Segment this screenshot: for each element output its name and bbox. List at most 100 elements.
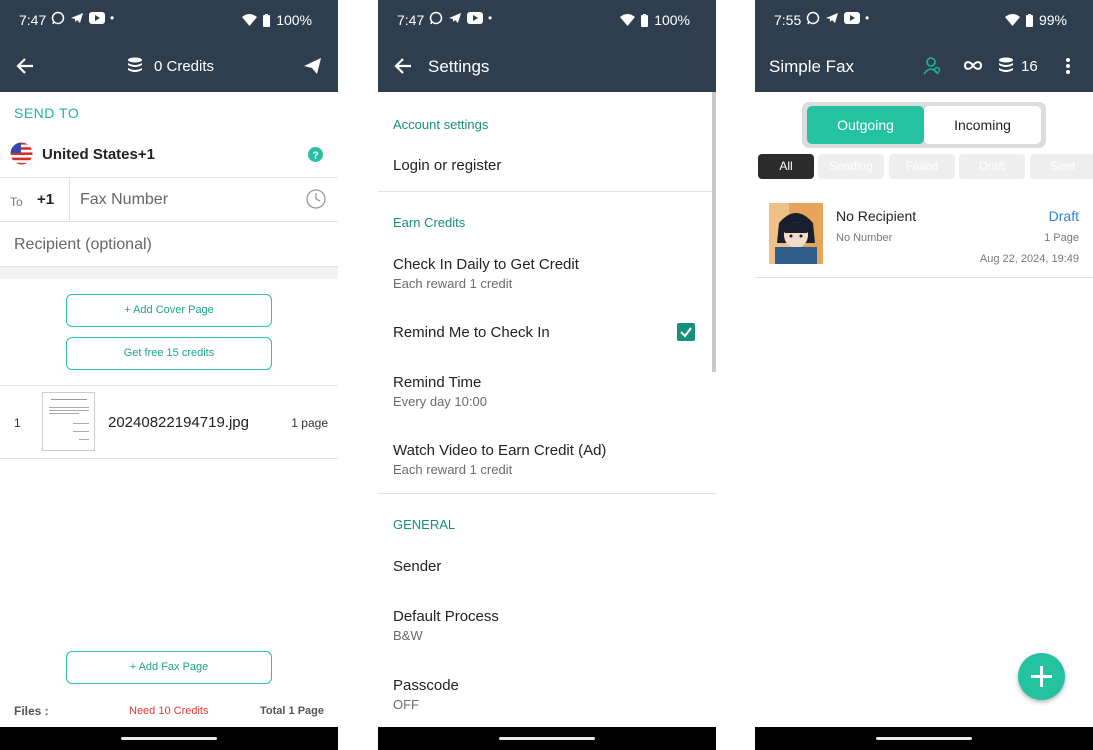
get-free-credits-button[interactable]: Get free 15 credits [66, 337, 272, 370]
battery-icon [1025, 13, 1033, 27]
fax-status-badge: Draft [1048, 208, 1079, 224]
telegram-icon [71, 13, 83, 23]
telegram-icon [449, 13, 461, 23]
app-bar: Simple Fax 16 [755, 40, 1093, 92]
plus-icon [1031, 666, 1052, 687]
status-bar: 7:47 • 100% [0, 0, 338, 40]
divider-vertical [69, 178, 70, 221]
recipient-input[interactable]: Recipient (optional) [14, 236, 152, 254]
app-title: Simple Fax [769, 57, 855, 76]
tab-outgoing[interactable]: Outgoing [807, 106, 924, 144]
page-title: Settings [428, 57, 490, 76]
dot-icon: • [110, 11, 115, 25]
watch-video-subtitle: Each reward 1 credit [393, 462, 513, 477]
country-selector[interactable]: United States+1 ? [0, 134, 338, 177]
files-label: Files : [14, 704, 49, 718]
watch-video-item[interactable]: Watch Video to Earn Credit (Ad) [393, 442, 606, 459]
status-bar: 7:47 • 100% [378, 0, 716, 40]
file-row[interactable]: 1 20240822194719.jpg 1 page [0, 386, 338, 458]
settings-screen: 7:47 • 100% Settings Account settings Lo… [378, 0, 716, 750]
earn-credits-header: Earn Credits [393, 215, 466, 230]
file-index: 1 [14, 416, 21, 430]
home-pill[interactable] [499, 737, 595, 740]
remind-time-subtitle: Every day 10:00 [393, 394, 487, 409]
battery-level: 100% [654, 12, 690, 28]
fax-number-input[interactable]: Fax Number [80, 191, 168, 209]
history-clock-icon[interactable] [306, 189, 326, 209]
filter-sent[interactable]: Sent [1030, 154, 1093, 179]
fax-pages: 1 Page [1044, 232, 1079, 244]
filter-draft[interactable]: Draft [959, 154, 1025, 179]
wifi-icon [620, 14, 636, 26]
filter-all[interactable]: All [758, 154, 814, 179]
fax-thumbnail [769, 203, 823, 264]
battery-level: 100% [276, 12, 312, 28]
battery-icon [263, 13, 271, 27]
total-pages-text: Total 1 Page [260, 705, 324, 717]
filter-failed[interactable]: Failed [889, 154, 955, 179]
check-in-daily-item[interactable]: Check In Daily to Get Credit [393, 256, 579, 273]
remind-check-in-item[interactable]: Remind Me to Check In [393, 324, 550, 341]
filter-sending[interactable]: Sending [818, 154, 884, 179]
divider [378, 493, 716, 494]
section-gap [0, 267, 338, 279]
add-cover-page-button[interactable]: + Add Cover Page [66, 294, 272, 327]
default-process-subtitle: B&W [393, 628, 423, 643]
telegram-icon [826, 13, 838, 23]
credits-count: 0 Credits [154, 58, 215, 75]
add-fax-fab[interactable] [1018, 653, 1065, 700]
us-flag-icon [10, 142, 33, 165]
scrollbar[interactable] [712, 92, 716, 372]
fax-number-row: To +1 Fax Number [0, 178, 338, 221]
dot-icon: • [488, 11, 493, 25]
send-icon[interactable] [304, 58, 321, 74]
segment-control: Outgoing Incoming [802, 102, 1046, 148]
sender-item[interactable]: Sender [393, 558, 441, 575]
status-time: 7:47 [397, 12, 425, 28]
general-header: GENERAL [393, 517, 456, 532]
need-credits-text: Need 10 Credits [129, 705, 209, 717]
nav-bar [378, 727, 716, 750]
send-fax-screen: 7:47 • 100% 0 Credits SEND TO United Sta… [0, 0, 338, 750]
svg-text:?: ? [312, 151, 318, 162]
send-to-label: SEND TO [14, 105, 80, 121]
fax-recipient: No Recipient [836, 208, 917, 224]
back-arrow-icon[interactable] [394, 57, 412, 75]
file-pages: 1 page [291, 416, 328, 430]
remind-checkbox[interactable] [677, 323, 695, 341]
fax-number: No Number [836, 232, 893, 244]
passcode-item[interactable]: Passcode [393, 677, 459, 694]
youtube-icon [467, 12, 483, 24]
remind-time-item[interactable]: Remind Time [393, 374, 481, 391]
nav-bar [755, 727, 1093, 750]
app-bar: Settings [378, 40, 716, 92]
home-pill[interactable] [121, 737, 217, 740]
fax-date: Aug 22, 2024, 19:49 [979, 253, 1079, 265]
wifi-icon [1004, 14, 1020, 26]
more-vert-icon[interactable] [1065, 57, 1071, 75]
status-bar: 7:55 • 99% [755, 0, 1093, 40]
youtube-icon [844, 12, 860, 24]
battery-icon [641, 13, 649, 27]
divider [378, 191, 712, 192]
help-icon[interactable]: ? [308, 147, 323, 162]
divider [755, 277, 1093, 278]
whatsapp-icon [429, 11, 443, 25]
file-name: 20240822194719.jpg [108, 414, 249, 431]
ai-assistant-icon[interactable] [922, 56, 941, 75]
add-fax-page-button[interactable]: + Add Fax Page [66, 651, 272, 684]
home-pill[interactable] [876, 737, 972, 740]
nav-bar [0, 727, 338, 750]
tab-incoming[interactable]: Incoming [924, 106, 1041, 144]
to-label: To [10, 195, 23, 209]
default-process-item[interactable]: Default Process [393, 608, 499, 625]
dot-icon: • [865, 11, 870, 25]
dial-code[interactable]: +1 [37, 191, 54, 208]
divider [0, 458, 338, 459]
fax-list-screen: 7:55 • 99% Simple Fax 16 Outgoing Incomi… [755, 0, 1093, 750]
infinity-icon[interactable] [963, 60, 983, 71]
status-time: 7:47 [19, 12, 47, 28]
fax-list-item[interactable]: No Recipient Draft No Number 1 Page Aug … [755, 194, 1093, 276]
login-register-item[interactable]: Login or register [393, 157, 501, 174]
back-arrow-icon[interactable] [16, 57, 34, 75]
